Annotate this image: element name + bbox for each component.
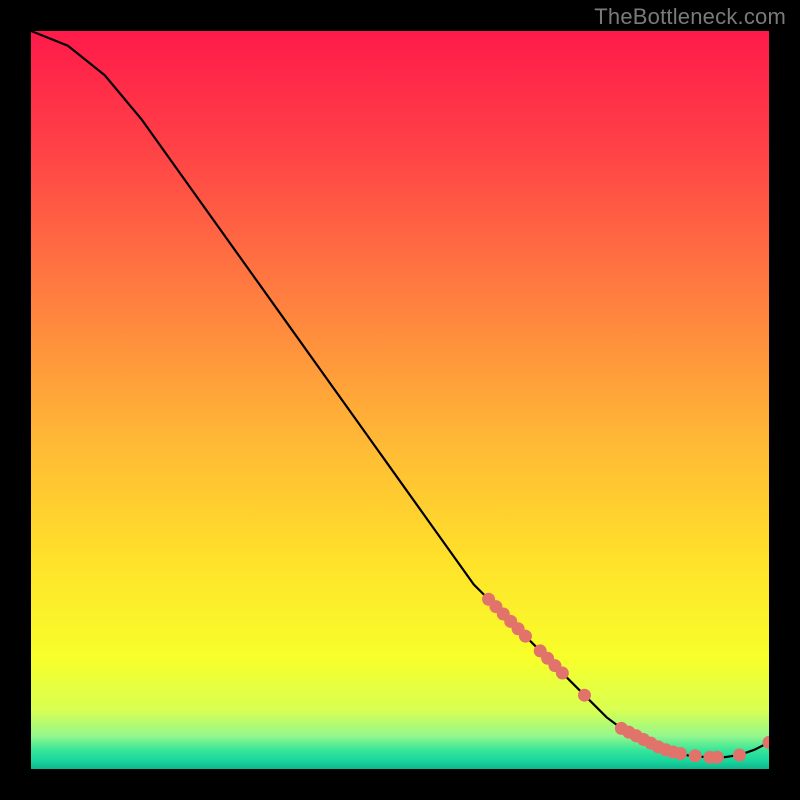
curve-marker (733, 748, 746, 761)
curve-marker (674, 747, 687, 760)
gradient-background (31, 31, 769, 769)
curve-marker (711, 751, 724, 764)
curve-marker (519, 630, 532, 643)
curve-marker (578, 689, 591, 702)
chart-svg (31, 31, 769, 769)
chart-stage: TheBottleneck.com (0, 0, 800, 800)
curve-marker (689, 749, 702, 762)
curve-marker (556, 667, 569, 680)
plot-area (31, 31, 769, 769)
watermark-text: TheBottleneck.com (594, 4, 786, 30)
